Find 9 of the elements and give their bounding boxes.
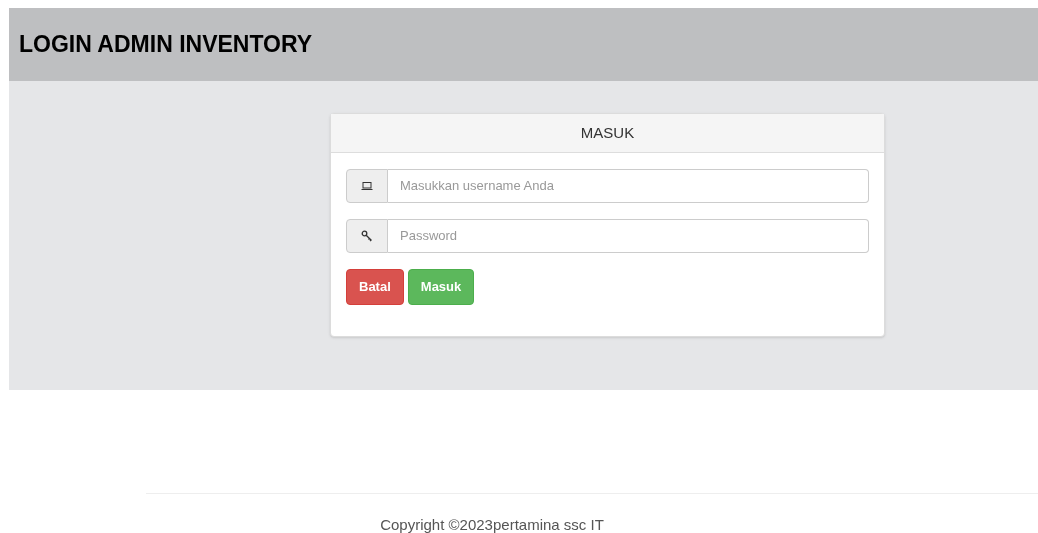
copyright-text: Copyright ©2023pertamina ssc IT <box>380 515 604 533</box>
password-field[interactable]: Password <box>388 219 869 253</box>
panel-title: MASUK <box>580 122 635 143</box>
laptop-icon <box>361 181 373 191</box>
key-icon <box>361 230 373 242</box>
submit-button[interactable]: Masuk <box>407 269 475 305</box>
page-title: LOGIN ADMIN INVENTORY <box>19 30 313 60</box>
cancel-button[interactable]: Batal <box>346 269 404 305</box>
username-field[interactable]: Masukkan username Anda <box>388 169 869 203</box>
